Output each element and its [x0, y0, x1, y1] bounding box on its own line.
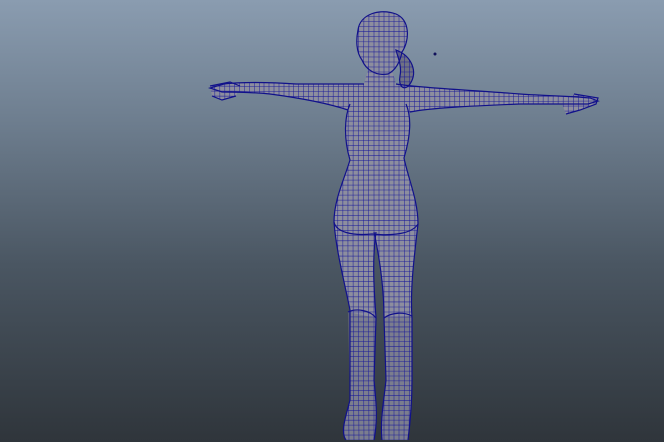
- wire-edge: [443, 11, 446, 440]
- wire-edge: [547, 11, 550, 440]
- wire-edge: [233, 11, 236, 440]
- wire-edge: [532, 11, 535, 440]
- wire-edge: [527, 11, 530, 440]
- wire-edge: [478, 11, 480, 440]
- wire-edge: [253, 11, 255, 440]
- wire-edge: [428, 11, 431, 440]
- wire-edge: [317, 11, 320, 440]
- wire-edge: [513, 11, 515, 440]
- wire-edge: [327, 11, 330, 440]
- wire-edge: [312, 11, 315, 440]
- wire-edge: [448, 11, 451, 440]
- wire-edge: [522, 11, 525, 440]
- wire-edge: [588, 11, 590, 440]
- wire-edge: [567, 11, 570, 440]
- wire-edge: [307, 11, 310, 440]
- wire-edge: [542, 11, 545, 440]
- wire-edge: [204, 0, 205, 442]
- wire-edge: [572, 11, 575, 440]
- wire-edge: [238, 11, 241, 440]
- wire-edge: [210, 11, 211, 440]
- wire-edge: [248, 11, 251, 440]
- wire-edge: [297, 11, 300, 440]
- 3d-viewport[interactable]: [0, 0, 664, 442]
- wire-edge: [228, 11, 231, 440]
- wire-edge: [302, 11, 305, 440]
- wire-edge: [517, 11, 520, 440]
- wire-edge: [418, 11, 421, 440]
- wire-edge: [210, 439, 598, 440]
- wire-edge: [458, 11, 461, 440]
- character-model[interactable]: [0, 0, 664, 442]
- wire-edge: [562, 11, 565, 440]
- wire-edge: [243, 11, 246, 440]
- wire-edge: [468, 11, 471, 440]
- wire-edge: [433, 11, 436, 440]
- wire-edge: [322, 11, 325, 440]
- wire-edge: [258, 11, 260, 440]
- wire-edge: [577, 11, 580, 440]
- wire-edge: [552, 11, 555, 440]
- wire-edge: [583, 11, 585, 440]
- wire-edge: [453, 11, 456, 440]
- wire-edge: [218, 11, 221, 440]
- wire-edge: [473, 11, 475, 440]
- stray-vertex[interactable]: [433, 52, 437, 56]
- wire-edge: [223, 11, 226, 440]
- wire-edge: [557, 11, 560, 440]
- wire-edge: [438, 11, 441, 440]
- wire-edge: [213, 11, 216, 440]
- wire-edge: [293, 11, 295, 440]
- wire-edge: [463, 11, 466, 440]
- wire-edge: [537, 11, 540, 440]
- wire-edge: [423, 11, 426, 440]
